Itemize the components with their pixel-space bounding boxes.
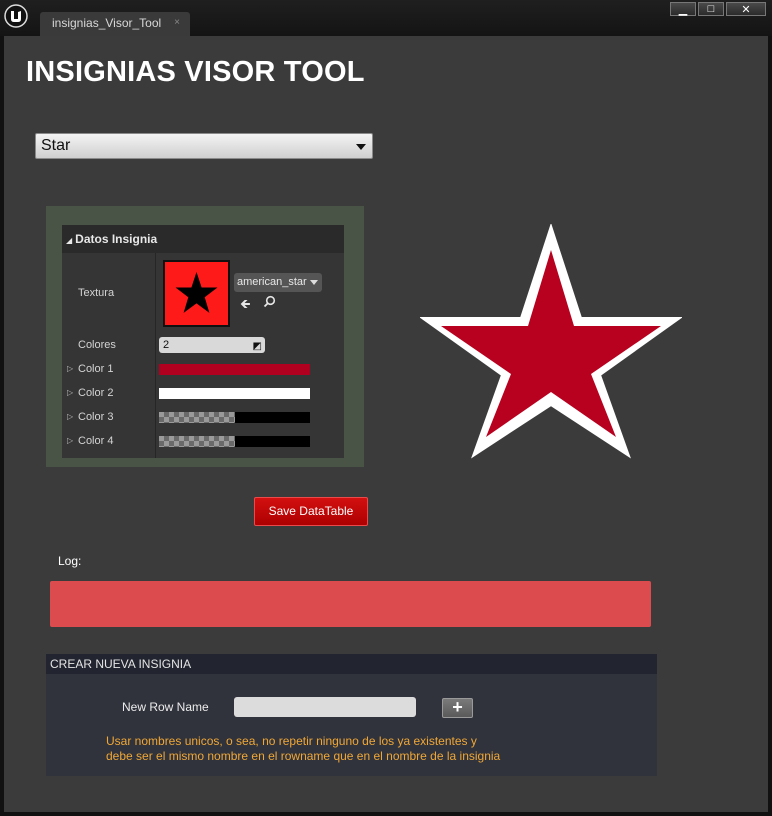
insignia-preview-star-icon	[420, 224, 682, 459]
color-1-swatch[interactable]	[159, 364, 310, 375]
color-3-swatch[interactable]	[159, 412, 310, 423]
log-output	[50, 581, 651, 627]
naming-hint: Usar nombres unicos, o sea, no repetir n…	[106, 734, 500, 764]
browse-search-icon[interactable]	[263, 295, 276, 311]
log-label: Log:	[58, 554, 82, 568]
alpha-checker	[159, 412, 235, 423]
insignia-select-dropdown[interactable]: Star	[35, 133, 373, 159]
texture-thumbnail[interactable]	[163, 260, 230, 327]
expand-arrow-icon[interactable]: ▷	[67, 412, 73, 421]
details-header-label: Datos Insignia	[75, 232, 158, 246]
chevron-down-icon	[310, 280, 318, 285]
tab-insignias-visor-tool[interactable]: insignias_Visor_Tool ×	[40, 12, 190, 36]
insignia-select-value: Star	[41, 137, 71, 154]
naming-hint-line-1: Usar nombres unicos, o sea, no repetir n…	[106, 734, 477, 748]
new-row-name-label: New Row Name	[122, 700, 209, 714]
expand-arrow-icon[interactable]: ▷	[67, 364, 73, 373]
colores-count-value: 2	[163, 339, 170, 351]
details-panel: ◢ Datos Insignia Textura american_star 🡸 …	[62, 225, 344, 458]
add-row-button[interactable]: +	[442, 698, 473, 718]
tab-title: insignias_Visor_Tool	[52, 16, 162, 30]
save-datatable-button[interactable]: Save DataTable	[254, 497, 368, 526]
new-row-name-input[interactable]	[234, 697, 416, 717]
minimize-button[interactable]: ▁	[670, 2, 696, 16]
window-controls: ▁ □ ✕	[668, 2, 766, 16]
color-1-label: Color 1	[78, 363, 114, 375]
create-insignia-header: CREAR NUEVA INSIGNIA	[46, 654, 657, 674]
column-divider[interactable]	[155, 253, 156, 458]
textura-label: Textura	[78, 287, 115, 299]
collapse-triangle-icon: ◢	[66, 236, 73, 245]
unreal-engine-logo-icon	[4, 4, 28, 28]
star-icon	[175, 272, 218, 313]
texture-thumbnail-bg	[165, 262, 228, 325]
texture-asset-picker[interactable]: american_star	[234, 273, 322, 292]
details-panel-frame: ◢ Datos Insignia Textura american_star 🡸 …	[46, 206, 364, 467]
texture-asset-name: american_star	[237, 276, 307, 288]
naming-hint-line-2: debe ser el mismo nombre en el rowname q…	[106, 749, 501, 763]
color-2-swatch[interactable]	[159, 388, 310, 399]
resize-grip-icon: ◩	[252, 341, 262, 352]
create-insignia-section: CREAR NUEVA INSIGNIA New Row Name + Usar…	[46, 654, 657, 776]
color-3-label: Color 3	[78, 411, 114, 423]
details-header[interactable]: ◢ Datos Insignia	[62, 225, 344, 253]
color-4-swatch[interactable]	[159, 436, 310, 447]
window-titlebar: insignias_Visor_Tool × ▁ □ ✕	[0, 0, 772, 36]
close-button[interactable]: ✕	[726, 2, 766, 16]
maximize-button[interactable]: □	[698, 2, 724, 16]
color-2-label: Color 2	[78, 387, 114, 399]
colores-label: Colores	[78, 339, 116, 351]
expand-arrow-icon[interactable]: ▷	[67, 388, 73, 397]
tab-close-icon[interactable]: ×	[174, 12, 180, 34]
use-selected-arrow-icon[interactable]: 🡸	[240, 295, 251, 317]
expand-arrow-icon[interactable]: ▷	[67, 436, 73, 445]
color-4-label: Color 4	[78, 435, 114, 447]
page-title: INSIGNIAS VISOR TOOL	[26, 56, 365, 88]
alpha-checker	[159, 436, 235, 447]
main-panel: INSIGNIAS VISOR TOOL Star ◢ Datos Insigni…	[4, 36, 768, 812]
colores-count-field[interactable]: 2 ◩	[159, 337, 265, 353]
chevron-down-icon	[356, 144, 366, 150]
